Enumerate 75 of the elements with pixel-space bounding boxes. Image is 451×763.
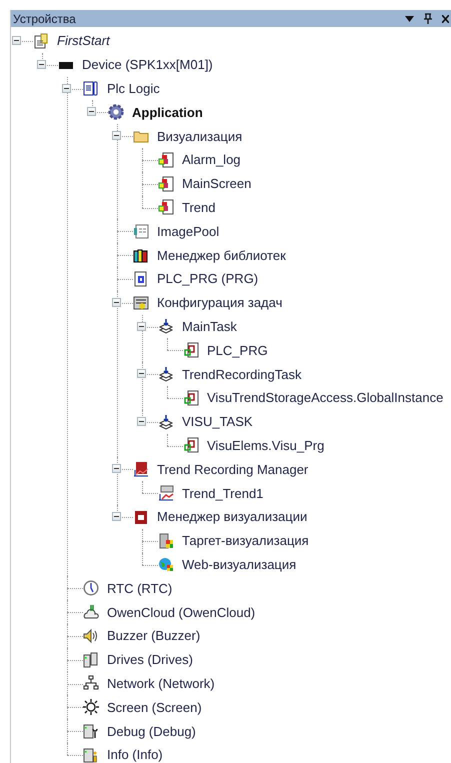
document-icon xyxy=(83,80,99,96)
visualization-manager-icon xyxy=(133,508,149,525)
tree-item-label[interactable]: Buzzer (Buzzer) xyxy=(107,628,200,644)
tree-item-label[interactable]: VisuTrendStorageAccess.GlobalInstance xyxy=(207,390,444,406)
pin-icon[interactable] xyxy=(424,13,432,24)
globe-icon xyxy=(158,556,174,572)
visualization-icon xyxy=(158,176,174,192)
tree-item-label[interactable]: Визуализация xyxy=(157,128,242,144)
tree-item-label[interactable]: MainTask xyxy=(182,318,237,334)
sun-icon xyxy=(83,699,99,716)
tree-item-label[interactable]: Screen (Screen) xyxy=(107,700,202,715)
tree-item-label[interactable]: Trend_Trend1 xyxy=(182,486,264,501)
expand-toggle[interactable] xyxy=(112,512,121,521)
expand-toggle[interactable] xyxy=(12,36,21,45)
expand-toggle[interactable] xyxy=(137,369,146,378)
tree-item-label[interactable]: Application xyxy=(132,104,203,120)
tree-item-label[interactable]: Network (Network) xyxy=(107,676,215,691)
tree-item-label[interactable]: OwenCloud (OwenCloud) xyxy=(107,604,256,620)
clock-icon xyxy=(83,580,99,596)
close-icon[interactable] xyxy=(442,14,449,22)
expand-toggle[interactable] xyxy=(62,84,71,93)
debug-device-icon xyxy=(83,723,99,739)
task-icon xyxy=(158,366,174,382)
program-call-icon xyxy=(183,437,199,454)
tree-item-label[interactable]: FirstStart xyxy=(57,33,110,48)
program-icon xyxy=(133,270,149,287)
tree-item-label[interactable]: ImagePool xyxy=(157,224,220,239)
books-icon xyxy=(133,247,149,264)
dropdown-icon[interactable] xyxy=(405,16,414,22)
expand-toggle[interactable] xyxy=(137,322,146,331)
expand-toggle[interactable] xyxy=(37,60,46,69)
info-device-icon xyxy=(83,746,99,763)
trend-icon xyxy=(158,485,174,502)
target-visualization-icon xyxy=(158,532,174,549)
tree-item-label[interactable]: PLC_PRG (PRG) xyxy=(157,271,258,286)
tree-item-label[interactable]: Info (Info) xyxy=(107,747,163,762)
expand-toggle[interactable] xyxy=(112,298,121,307)
tree-item-label[interactable]: Конфигурация задач xyxy=(157,295,282,310)
tree-item-label[interactable]: RTC (RTC) xyxy=(107,580,172,596)
tree-item-label[interactable]: Device (SPK1xx[M01]) xyxy=(82,57,213,72)
tree-item-label[interactable]: Web-визуализация xyxy=(182,556,296,572)
tree-item-label[interactable]: MainScreen xyxy=(182,176,252,192)
tree-item-label[interactable]: Alarm_log xyxy=(182,152,241,168)
visualization-icon xyxy=(158,199,174,216)
tree-item-label[interactable]: Debug (Debug) xyxy=(107,724,196,738)
tree-item-label[interactable]: VisuElems.Visu_Prg xyxy=(207,438,324,453)
tree-item-label[interactable]: Менеджер библиотек xyxy=(157,248,286,263)
tree-item-label[interactable]: VISU_TASK xyxy=(182,414,253,430)
tree-item-label[interactable]: Таргет-визуализация xyxy=(182,533,309,548)
tree-item-label[interactable]: Plc Logic xyxy=(107,80,160,96)
tree-item-label[interactable]: Drives (Drives) xyxy=(107,652,193,668)
trend-manager-icon xyxy=(133,461,149,478)
panel-title: Устройства xyxy=(13,12,77,26)
task-config-icon xyxy=(133,294,149,311)
tree-item-label[interactable]: PLC_PRG xyxy=(207,342,268,358)
task-icon xyxy=(158,414,174,430)
tree-item-label[interactable]: Менеджер визуализации xyxy=(157,509,308,524)
expand-toggle[interactable] xyxy=(112,464,121,474)
gear-icon xyxy=(108,104,124,120)
program-call-icon xyxy=(183,342,199,358)
drives-icon xyxy=(83,652,99,668)
network-icon xyxy=(83,675,99,692)
tree-item-label[interactable]: Trend Recording Manager xyxy=(157,462,308,477)
image-pool-icon xyxy=(133,223,149,240)
speaker-icon xyxy=(83,628,99,644)
expand-toggle[interactable] xyxy=(112,131,121,140)
task-icon xyxy=(158,318,174,334)
tree-item-label[interactable]: Trend xyxy=(182,200,216,215)
document-icon xyxy=(33,32,49,49)
expand-toggle[interactable] xyxy=(87,107,96,116)
tree-item-label[interactable]: TrendRecordingTask xyxy=(182,366,302,382)
visualization-icon xyxy=(158,152,174,168)
expand-toggle[interactable] xyxy=(137,416,146,426)
program-call-icon xyxy=(183,390,199,406)
cloud-icon xyxy=(83,604,99,620)
